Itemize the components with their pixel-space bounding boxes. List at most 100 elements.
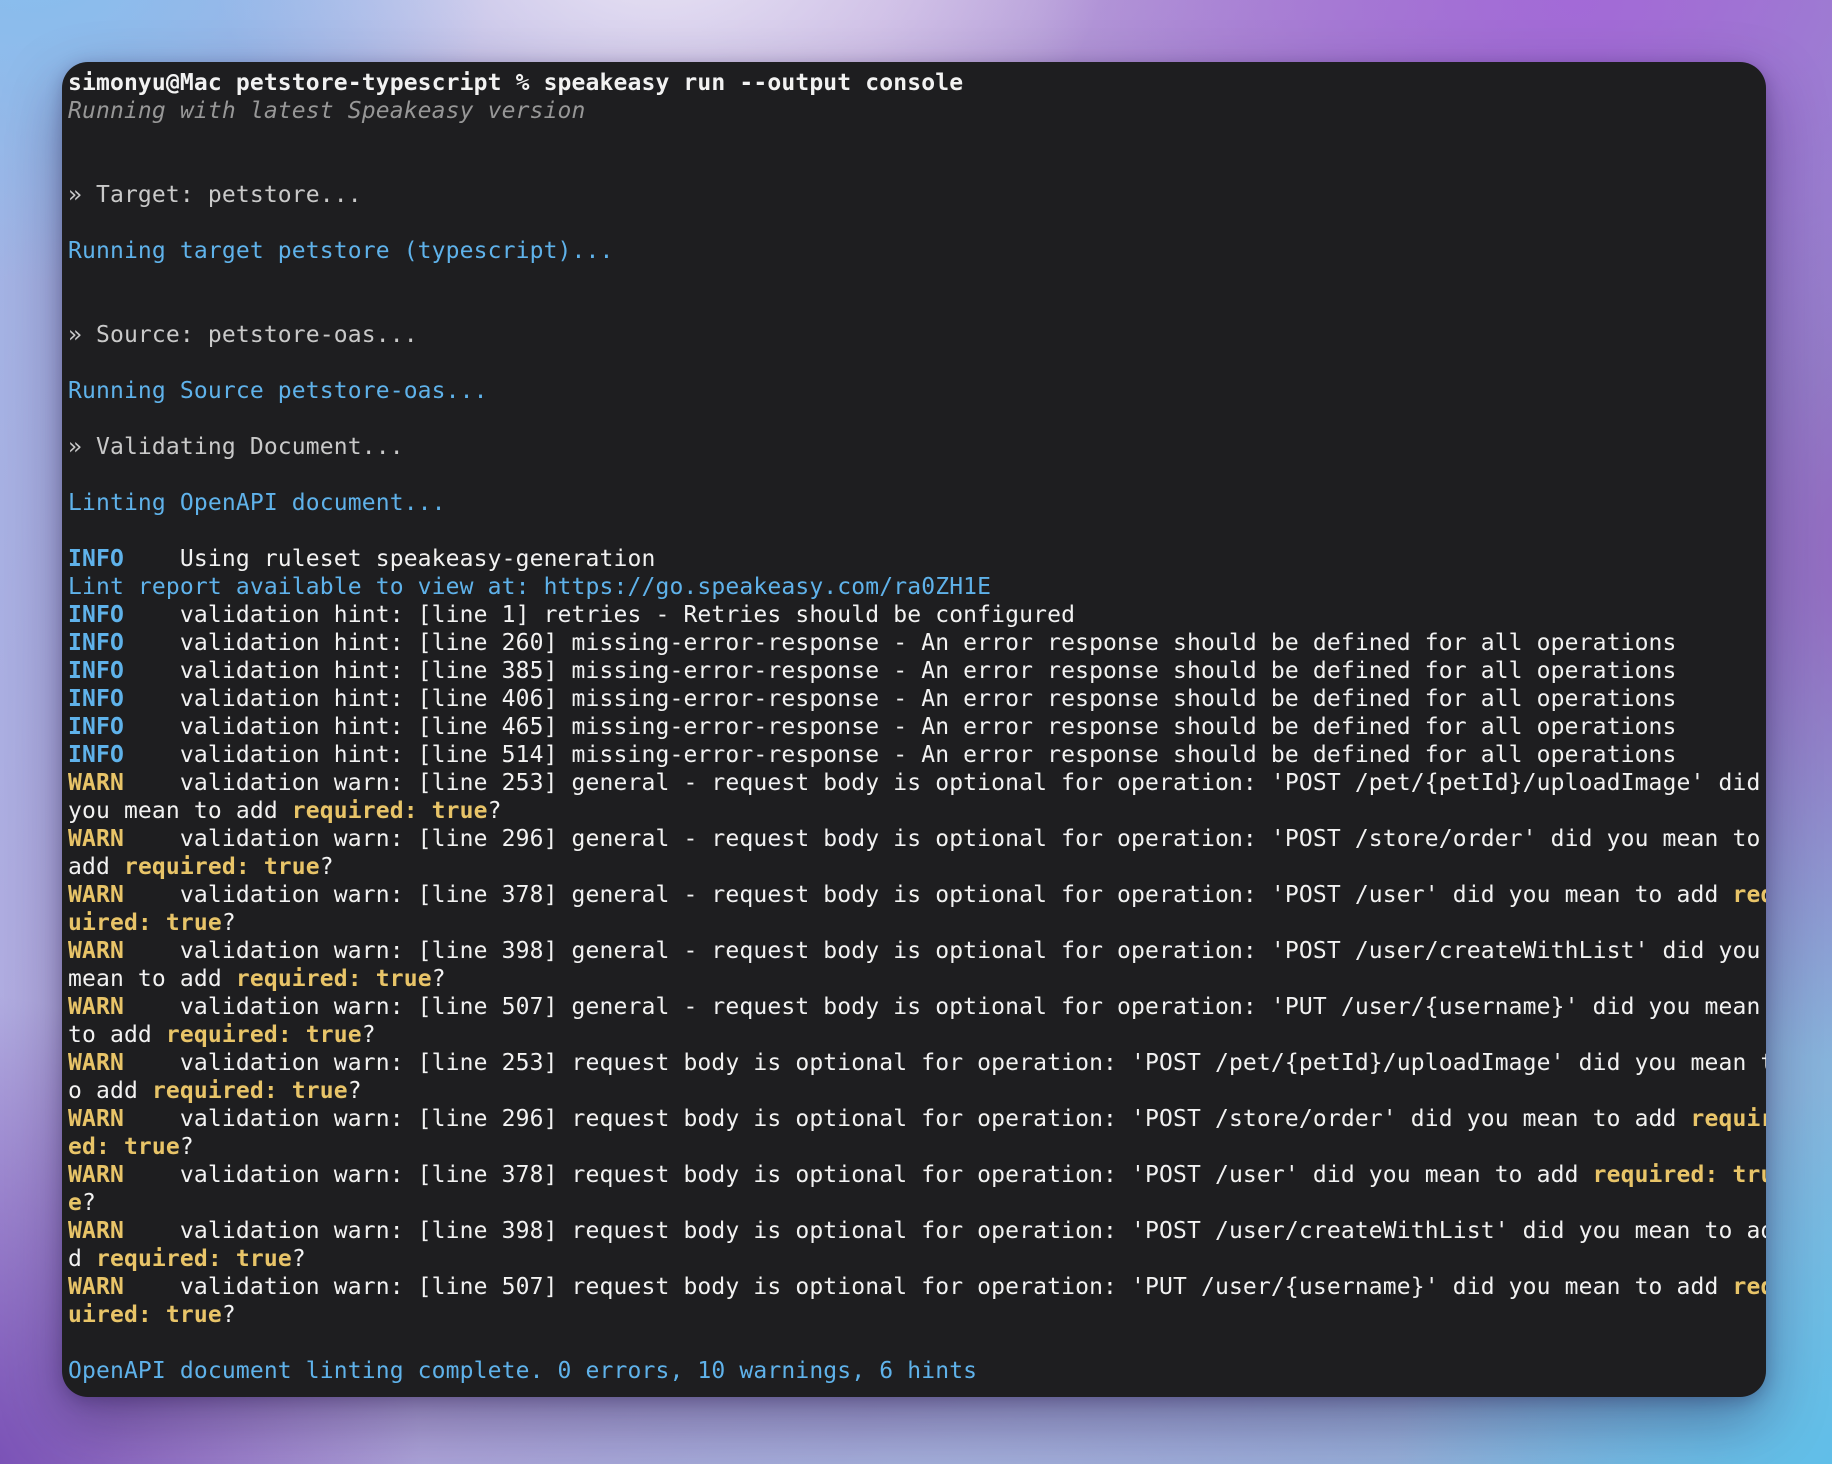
text-segment: d <box>68 1246 96 1272</box>
terminal-line: simonyu@Mac petstore-typescript % speake… <box>68 69 1766 97</box>
terminal-line: WARN validation warn: [line 378] request… <box>68 1161 1766 1189</box>
text-segment: validation hint: [line 260] missing-erro… <box>124 630 1677 656</box>
text-segment: Linting OpenAPI document... <box>68 490 446 516</box>
terminal-line: WARN validation warn: [line 253] request… <box>68 1049 1766 1077</box>
text-segment: required: tru <box>1593 1162 1766 1188</box>
terminal-line: to add required: true? <box>68 1021 1766 1049</box>
text-segment: simonyu@Mac petstore-typescript % speake… <box>68 70 963 96</box>
text-segment: o add <box>68 1078 152 1104</box>
terminal-window[interactable]: simonyu@Mac petstore-typescript % speake… <box>62 62 1766 1397</box>
terminal-line: d required: true? <box>68 1245 1766 1273</box>
terminal-line <box>68 125 1766 153</box>
terminal-line: WARN validation warn: [line 378] general… <box>68 881 1766 909</box>
text-segment: Running with latest Speakeasy version <box>68 98 586 124</box>
terminal-line: WARN validation warn: [line 296] general… <box>68 825 1766 853</box>
terminal-line: e? <box>68 1189 1766 1217</box>
warn-label: WARN <box>68 1050 124 1076</box>
warn-label: WARN <box>68 882 124 908</box>
terminal-line <box>68 265 1766 293</box>
terminal-line: WARN validation warn: [line 398] request… <box>68 1217 1766 1245</box>
info-label: INFO <box>68 714 124 740</box>
text-segment: ? <box>348 1078 362 1104</box>
text-segment: validation warn: [line 378] general - re… <box>124 882 1733 908</box>
text-segment: ? <box>222 1302 236 1328</box>
text-segment: add <box>68 854 124 880</box>
text-segment: you mean to add <box>68 798 292 824</box>
text-segment: uired: true <box>68 910 222 936</box>
text-segment: required: true <box>236 966 432 992</box>
info-label: INFO <box>68 602 124 628</box>
terminal-line: INFO validation hint: [line 465] missing… <box>68 713 1766 741</box>
warn-label: WARN <box>68 1106 124 1132</box>
warn-label: WARN <box>68 770 124 796</box>
terminal-line: add required: true? <box>68 853 1766 881</box>
text-segment: ? <box>432 966 446 992</box>
info-label: INFO <box>68 546 124 572</box>
text-segment: required: true <box>96 1246 292 1272</box>
terminal-line: Running with latest Speakeasy version <box>68 97 1766 125</box>
terminal-line: » Validating Document... <box>68 433 1766 461</box>
terminal-line <box>68 349 1766 377</box>
text-segment: ? <box>292 1246 306 1272</box>
terminal-line: uired: true? <box>68 909 1766 937</box>
info-label: INFO <box>68 658 124 684</box>
text-segment: ? <box>320 854 334 880</box>
warn-label: WARN <box>68 1274 124 1300</box>
text-segment: ? <box>222 910 236 936</box>
text-segment: ? <box>488 798 502 824</box>
terminal-line: you mean to add required: true? <box>68 797 1766 825</box>
text-segment: ? <box>362 1022 376 1048</box>
text-segment: validation hint: [line 1] retries - Retr… <box>124 602 1075 628</box>
text-segment: validation hint: [line 465] missing-erro… <box>124 714 1677 740</box>
text-segment: validation warn: [line 507] request body… <box>124 1274 1733 1300</box>
terminal-screen[interactable]: simonyu@Mac petstore-typescript % speake… <box>68 69 1766 1397</box>
warn-label: WARN <box>68 994 124 1020</box>
text-segment: requir <box>1691 1106 1766 1132</box>
terminal-line <box>68 209 1766 237</box>
warn-label: WARN <box>68 826 124 852</box>
warn-label: WARN <box>68 938 124 964</box>
terminal-line: INFO validation hint: [line 385] missing… <box>68 657 1766 685</box>
terminal-line: uired: true? <box>68 1301 1766 1329</box>
text-segment: Running Source petstore-oas... <box>68 378 488 404</box>
terminal-line: » Target: petstore... <box>68 181 1766 209</box>
text-segment: ? <box>180 1134 194 1160</box>
text-segment: OpenAPI document linting complete. 0 err… <box>68 1358 977 1384</box>
terminal-line: WARN validation warn: [line 296] request… <box>68 1105 1766 1133</box>
text-segment: validation hint: [line 514] missing-erro… <box>124 742 1677 768</box>
terminal-line: o add required: true? <box>68 1077 1766 1105</box>
terminal-line: WARN validation warn: [line 398] general… <box>68 937 1766 965</box>
text-segment: to add <box>68 1022 166 1048</box>
text-segment: uired: true <box>68 1302 222 1328</box>
warn-label: WARN <box>68 1218 124 1244</box>
text-segment: required: true <box>124 854 320 880</box>
text-segment: ? <box>82 1190 96 1216</box>
info-label: INFO <box>68 686 124 712</box>
terminal-line <box>68 293 1766 321</box>
terminal-line: ed: true? <box>68 1133 1766 1161</box>
terminal-line <box>68 153 1766 181</box>
text-segment: validation warn: [line 398] general - re… <box>124 938 1761 964</box>
text-segment: Lint report available to view at: https:… <box>68 574 991 600</box>
terminal-line: Linting OpenAPI document... <box>68 489 1766 517</box>
terminal-line: Running target petstore (typescript)... <box>68 237 1766 265</box>
terminal-line <box>68 405 1766 433</box>
text-segment: » Source: petstore-oas... <box>68 322 418 348</box>
text-segment: Using ruleset speakeasy-generation <box>124 546 656 572</box>
terminal-line: » Source: petstore-oas... <box>68 321 1766 349</box>
terminal-line: WARN validation warn: [line 507] general… <box>68 993 1766 1021</box>
text-segment: » Validating Document... <box>68 434 404 460</box>
text-segment: required: true <box>166 1022 362 1048</box>
text-segment: validation warn: [line 253] general - re… <box>124 770 1761 796</box>
info-label: INFO <box>68 630 124 656</box>
text-segment: mean to add <box>68 966 236 992</box>
text-segment: req <box>1732 882 1766 908</box>
text-segment: validation hint: [line 406] missing-erro… <box>124 686 1677 712</box>
terminal-line <box>68 517 1766 545</box>
terminal-line <box>68 1329 1766 1357</box>
terminal-line: Running Source petstore-oas... <box>68 377 1766 405</box>
terminal-line: Lint report available to view at: https:… <box>68 573 1766 601</box>
terminal-line <box>68 461 1766 489</box>
terminal-line: WARN validation warn: [line 253] general… <box>68 769 1766 797</box>
terminal-line: INFO Using ruleset speakeasy-generation <box>68 545 1766 573</box>
